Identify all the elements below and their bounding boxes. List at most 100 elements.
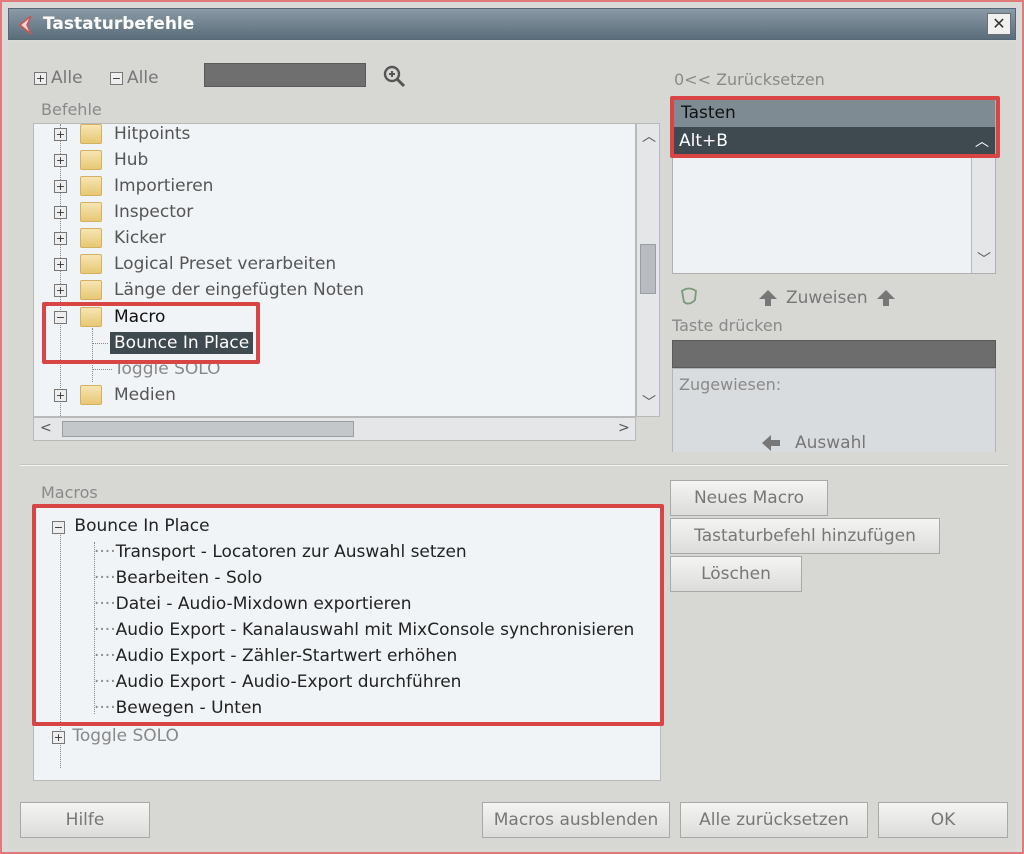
macro-step[interactable]: ····Datei - Audio-Mixdown exportieren (94, 594, 412, 620)
assign-label: Zuweisen (786, 288, 868, 308)
add-command-button[interactable]: Tastaturbefehl hinzufügen (670, 518, 940, 554)
scroll-up-icon[interactable]: ︿ (975, 131, 989, 151)
close-button[interactable]: ✕ (987, 13, 1011, 35)
macro-step[interactable]: ····Bearbeiten - Solo (94, 568, 262, 594)
keys-scrollbar[interactable]: ﹀ (971, 155, 995, 273)
plus-icon: + (54, 153, 67, 167)
plus-icon: + (54, 179, 67, 193)
assigned-label: Zugewiesen: (679, 375, 782, 394)
hide-macros-button[interactable]: Macros ausblenden (482, 802, 670, 838)
folder-icon (80, 228, 102, 248)
app-logo-icon (18, 15, 32, 35)
assign-button[interactable]: Zuweisen (758, 288, 896, 308)
commands-vertical-scrollbar[interactable]: ︿ ﹀ (636, 123, 660, 417)
tree-item-inspector[interactable]: + Inspector (34, 199, 634, 225)
tree-item-hub[interactable]: + Hub (34, 147, 634, 173)
scroll-thumb[interactable] (640, 244, 656, 294)
tree-item-hitpoints[interactable]: + Hitpoints (34, 124, 634, 147)
search-input[interactable] (204, 63, 366, 87)
tree-guide: ···· (94, 542, 116, 562)
search-icon[interactable] (382, 64, 406, 88)
tree-item-kicker[interactable]: + Kicker (34, 225, 634, 251)
shield-icon (681, 287, 697, 305)
tree-guide: ···· (94, 568, 116, 588)
expand-all-button[interactable]: + Alle (34, 68, 83, 88)
plus-icon: + (54, 205, 67, 219)
folder-icon (80, 385, 102, 405)
keys-list[interactable]: Tasten Alt+B ﹀ ︿ (672, 98, 996, 274)
reset-button[interactable]: 0<< Zurücksetzen (674, 70, 825, 89)
assigned-panel: Zugewiesen: Auswahl (672, 368, 996, 453)
scroll-up-icon[interactable]: ︿ (642, 126, 656, 146)
delete-button[interactable]: Löschen (670, 556, 802, 592)
macro-root-toggle-solo[interactable]: + Toggle SOLO (52, 726, 179, 752)
macro-step[interactable]: ····Transport - Locatoren zur Auswahl se… (94, 542, 467, 568)
folder-icon (80, 124, 102, 144)
arrow-up-icon (759, 290, 777, 306)
folder-icon (80, 280, 102, 300)
plus-icon: + (54, 231, 67, 245)
tree-guide: ···· (94, 698, 116, 718)
keys-header: Tasten (673, 99, 995, 127)
selection-label: Auswahl (795, 433, 867, 453)
scroll-left-icon[interactable]: < (40, 420, 52, 436)
scroll-right-icon[interactable]: > (618, 420, 630, 436)
macro-step[interactable]: ····Audio Export - Audio-Export durchfüh… (94, 672, 461, 698)
new-macro-button[interactable]: Neues Macro (670, 480, 828, 516)
minus-icon: − (54, 310, 67, 324)
macro-root-bounce-in-place[interactable]: − Bounce In Place (52, 516, 210, 542)
tree-guide: ···· (94, 594, 116, 614)
arrow-left-icon (762, 435, 780, 451)
window-title: Tastaturbefehle (43, 14, 195, 34)
reset-all-button[interactable]: Alle zurücksetzen (680, 802, 868, 838)
arrow-up-icon (876, 290, 895, 306)
commands-tree[interactable]: + Hitpoints + Hub + Importieren + Inspec… (33, 123, 636, 417)
commands-label: Befehle (41, 100, 102, 119)
minus-icon: − (110, 71, 123, 85)
macro-step[interactable]: ····Audio Export - Zähler-Startwert erhö… (94, 646, 457, 672)
tree-item-bounce-in-place[interactable]: Bounce In Place (34, 330, 634, 356)
plus-icon: + (52, 731, 65, 744)
folder-icon (80, 202, 102, 222)
tree-item-logical-preset[interactable]: + Logical Preset verarbeiten (34, 251, 634, 277)
help-button[interactable]: Hilfe (20, 802, 150, 838)
press-key-input[interactable] (672, 340, 996, 368)
section-divider (20, 464, 1008, 466)
tree-guide: ···· (94, 620, 116, 640)
plus-icon: + (54, 257, 67, 271)
ok-button[interactable]: OK (878, 802, 1008, 838)
macro-step[interactable]: ····Audio Export - Kanalauswahl mit MixC… (94, 620, 634, 646)
macro-step[interactable]: ····Bewegen - Unten (94, 698, 262, 724)
plus-icon: + (34, 71, 47, 85)
tree-guide: ···· (94, 646, 116, 666)
collapse-all-label: Alle (127, 68, 159, 88)
collapse-all-button[interactable]: − Alle (110, 68, 159, 88)
key-row-selected[interactable]: Alt+B (673, 127, 995, 155)
scroll-thumb[interactable] (62, 421, 354, 437)
macros-tree[interactable]: − Bounce In Place ····Transport - Locato… (33, 505, 661, 781)
minus-icon: − (52, 521, 65, 534)
plus-icon: + (54, 283, 67, 297)
keyboard-shortcuts-dialog: Tastaturbefehle ✕ + Alle − Alle Befehle … (0, 0, 1024, 854)
tree-item-macro[interactable]: − Macro (34, 304, 634, 330)
tree-item-laenge-noten[interactable]: + Länge der eingefügten Noten (34, 277, 634, 303)
macros-label: Macros (41, 483, 98, 502)
tree-guide (92, 369, 112, 370)
expand-all-label: Alle (51, 68, 83, 88)
tree-guide (92, 343, 108, 344)
press-key-label: Taste drücken (672, 316, 783, 335)
plus-icon: + (54, 127, 67, 141)
title-bar: Tastaturbefehle ✕ (8, 8, 1016, 40)
selection-button[interactable]: Auswahl (761, 433, 866, 453)
scroll-down-icon[interactable]: ﹀ (642, 392, 656, 412)
folder-icon (80, 150, 102, 170)
scroll-down-icon[interactable]: ﹀ (977, 249, 991, 269)
tree-item-medien[interactable]: + Medien (34, 382, 634, 408)
tree-guide: ···· (94, 672, 116, 692)
commands-horizontal-scrollbar[interactable]: < > (33, 417, 636, 441)
tree-item-importieren[interactable]: + Importieren (34, 173, 634, 199)
folder-icon (80, 176, 102, 196)
tree-item-toggle-solo[interactable]: Toggle SOLO (34, 356, 634, 382)
plus-icon: + (54, 388, 67, 402)
folder-open-icon (80, 307, 102, 327)
